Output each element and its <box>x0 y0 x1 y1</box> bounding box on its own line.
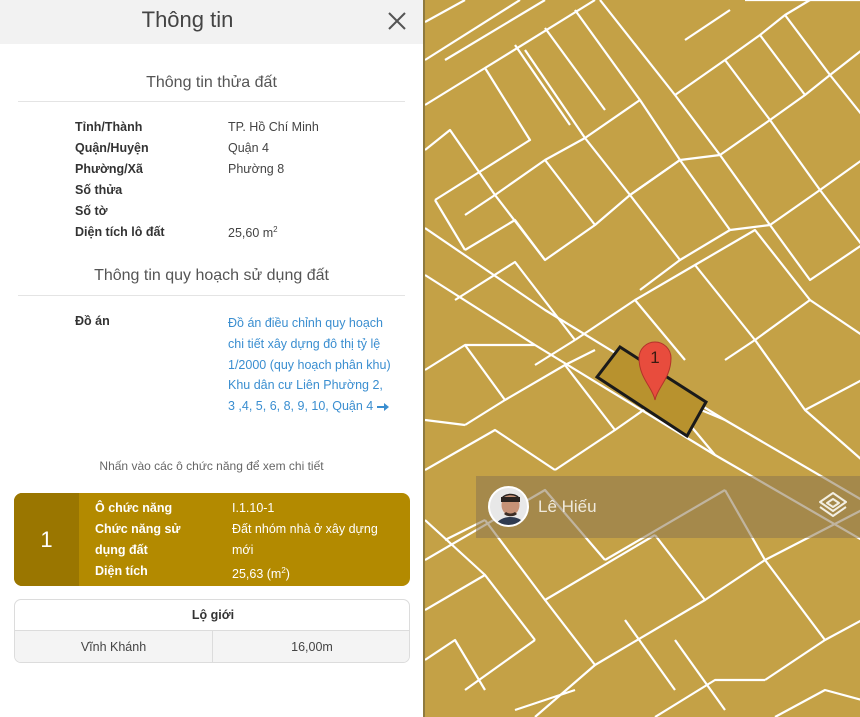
land-section-title: Thông tin thửa đất <box>146 74 277 91</box>
marker-label: 1 <box>650 348 659 367</box>
arrow-right-icon <box>376 402 389 411</box>
road-boundary-header: Lộ giới <box>15 600 409 631</box>
cadastral-map[interactable]: 1 <box>423 0 860 717</box>
lot-area-value: 25,60 m2 <box>228 225 278 240</box>
layers-icon[interactable] <box>816 489 850 523</box>
parcel-lines: 1 <box>425 0 860 717</box>
zone-area-suffix: ) <box>285 567 290 582</box>
user-overlay-bar <box>476 476 860 538</box>
province-value: TP. Hồ Chí Minh <box>228 120 319 134</box>
road-width-cell: 16,00m <box>291 640 333 654</box>
zone-code-value: I.1.10-1 <box>232 501 275 515</box>
road-name-cell: Vĩnh Khánh <box>15 631 213 662</box>
info-panel: Thông tin Thông tin thửa đất Tỉnh/Thành … <box>0 0 423 717</box>
divider <box>18 101 405 102</box>
divider <box>18 295 405 296</box>
zone-area-label: Diện tích <box>95 564 148 578</box>
sheet-number-label: Số tờ <box>75 204 108 218</box>
province-label: Tỉnh/Thành <box>75 120 143 134</box>
lot-area-label: Diện tích lô đất <box>75 225 165 239</box>
plan-link[interactable]: Đồ án điều chỉnh quy hoạch chi tiết xây … <box>228 313 393 417</box>
plan-label: Đồ án <box>75 314 110 328</box>
road-boundary-table: Lộ giới Vĩnh Khánh 16,00m <box>14 599 410 663</box>
zone-number: 1 <box>40 527 53 552</box>
parcel-number-label: Số thửa <box>75 183 123 197</box>
district-label: Quận/Huyện <box>75 141 149 155</box>
zone-code-label: Ô chức năng <box>95 501 173 515</box>
zone-area-value: 25,63 (m2) <box>232 561 290 585</box>
lot-area-unit-sup: 2 <box>273 225 278 234</box>
lot-area-number: 25,60 m <box>228 226 274 241</box>
land-use-value: Đất nhóm nhà ở xây dựng mới <box>232 522 378 557</box>
land-use-label: Chức năng sử dụng đất <box>95 522 181 557</box>
table-row: Vĩnh Khánh 16,00m <box>15 631 409 662</box>
zone-area-number: 25,63 (m <box>232 567 282 582</box>
zone-number-column: 1 <box>14 493 79 586</box>
district-value: Quận 4 <box>228 141 270 155</box>
panel-header: Thông tin <box>0 0 423 44</box>
plan-link-text[interactable]: Đồ án điều chỉnh quy hoạch chi tiết xây … <box>228 316 391 413</box>
zone-card[interactable]: 1 Ô chức năng I.1.10-1 Chức năng sử dụng… <box>14 493 410 586</box>
hint-text: Nhấn vào các ô chức năng để xem chi tiết <box>99 459 324 473</box>
planning-section-title: Thông tin quy hoạch sử dụng đất <box>94 267 329 284</box>
avatar[interactable] <box>488 486 529 527</box>
ward-value: Phường 8 <box>228 162 285 176</box>
user-name: Lê Hiếu <box>538 497 597 516</box>
close-icon[interactable] <box>382 6 412 36</box>
panel-title: Thông tin <box>141 7 234 32</box>
ward-label: Phường/Xã <box>75 162 143 176</box>
